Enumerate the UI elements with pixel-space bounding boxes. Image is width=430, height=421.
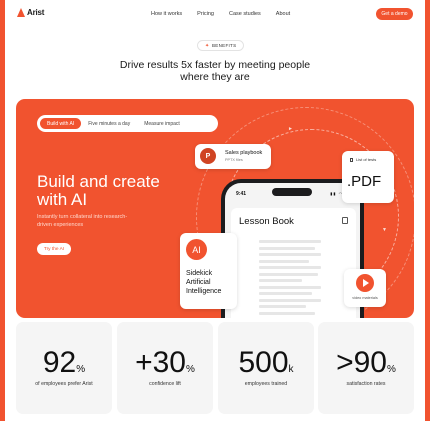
hero-subtitle: Instantly turn collateral into research-… [37, 214, 128, 228]
section-headline: Drive results 5x faster by meeting peopl… [119, 59, 311, 83]
nav-link-about[interactable]: About [276, 11, 290, 17]
pdf-label: .PDF [347, 173, 382, 190]
tab-measure-impact[interactable]: Measure impact [137, 118, 187, 129]
orbit-arrow-icon: ▼ [382, 227, 387, 233]
stat-card: >90% satisfaction rates [318, 322, 414, 414]
stat-value: 92% [42, 346, 86, 379]
sales-playbook-card: P Sales playbook PPTX files [195, 144, 271, 169]
stat-value: +30% [135, 346, 195, 379]
nav-link-case-studies[interactable]: Case studies [229, 11, 261, 17]
stat-label: of employees prefer Arist [35, 381, 93, 387]
lesson-book-card: Lesson Book [231, 208, 356, 318]
doc-title: Lesson Book [239, 216, 294, 227]
try-ai-button[interactable]: Try the AI [37, 243, 71, 255]
stat-value: >90% [336, 346, 396, 379]
sales-playbook-title: Sales playbook [225, 150, 263, 156]
page: Arist How it works Pricing Case studies … [5, 0, 425, 421]
ai-sidekick-label: Sidekick Artificial Intelligence [186, 270, 222, 295]
ai-badge-icon: AI [186, 239, 207, 260]
nav-link-how-it-works[interactable]: How it works [151, 11, 182, 17]
get-demo-button[interactable]: Get a demo [376, 8, 413, 20]
play-icon [356, 274, 374, 292]
logo-text: Arist [27, 8, 45, 17]
stat-label: confidence lift [149, 381, 181, 387]
stat-value: 500k [238, 346, 294, 379]
sales-playbook-subtitle: PPTX files [225, 158, 243, 162]
video-card: video materials [344, 269, 386, 307]
top-nav: Arist How it works Pricing Case studies … [5, 0, 425, 28]
powerpoint-icon: P [200, 148, 216, 164]
stat-card: +30% confidence lift [117, 322, 213, 414]
hero-panel: ► ▼ Build with AI Five minutes a day Mea… [16, 99, 414, 318]
sparkle-icon: ✦ [205, 42, 210, 49]
status-time: 9:41 [236, 191, 247, 197]
logo[interactable]: Arist [17, 8, 44, 17]
video-label: video materials [352, 296, 378, 300]
hero-title: Build and create with AI [37, 172, 160, 209]
phone-screen: 9:41 ▮▮ ◠ ▭ Lesson Book [225, 183, 360, 318]
phone-notch [272, 188, 312, 196]
stat-card: 92% of employees prefer Arist [16, 322, 112, 414]
feature-tabs: Build with AI Five minutes a day Measure… [37, 115, 218, 132]
nav-link-pricing[interactable]: Pricing [197, 11, 214, 17]
logo-icon [17, 8, 25, 17]
tab-five-minutes[interactable]: Five minutes a day [81, 118, 137, 129]
stat-card: 500k employees trained [218, 322, 314, 414]
ai-sidekick-card: AI Sidekick Artificial Intelligence [180, 233, 237, 309]
stat-label: satisfaction rates [346, 381, 386, 387]
document-icon [342, 217, 348, 224]
badge-label: BENEFITS [212, 43, 237, 48]
nav-links: How it works Pricing Case studies About [151, 11, 305, 17]
pdf-list-header: List of tests [350, 157, 376, 162]
pdf-card: List of tests .PDF [342, 151, 394, 203]
orbit-arrow-icon: ► [288, 126, 293, 132]
benefits-badge: ✦ BENEFITS [197, 40, 245, 51]
stat-label: employees trained [244, 381, 288, 387]
tab-build-with-ai[interactable]: Build with AI [40, 118, 82, 129]
file-icon [350, 157, 353, 162]
pdf-list-label: List of tests [356, 157, 377, 162]
doc-text-placeholder [259, 240, 321, 318]
